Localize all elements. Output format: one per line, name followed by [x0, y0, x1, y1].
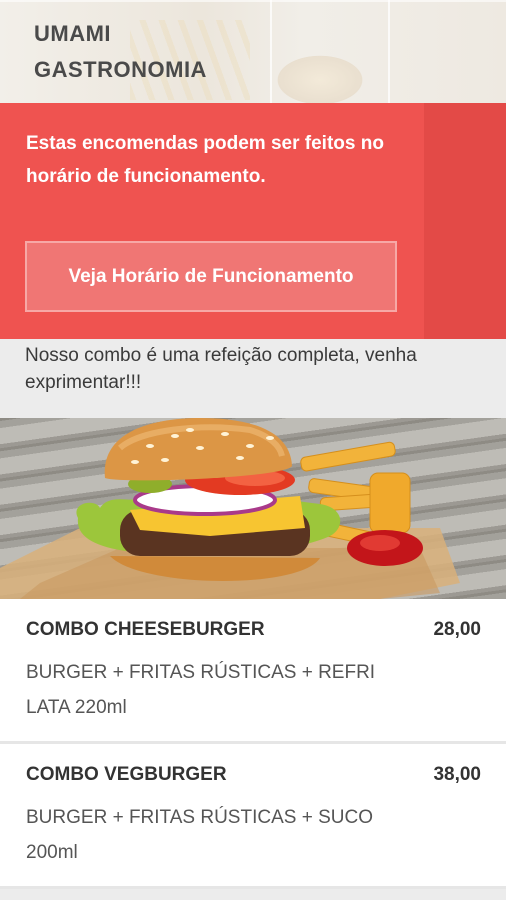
header-divider	[388, 0, 390, 103]
burger-illustration	[0, 418, 460, 599]
brand-line-2: GASTRONOMIA	[34, 57, 207, 82]
header: UMAMI GASTRONOMIA	[0, 0, 506, 103]
brand-line-1: UMAMI	[34, 21, 112, 46]
header-decoration	[0, 0, 506, 2]
product-price: 38,00	[433, 764, 481, 785]
burger-combo-image	[0, 418, 506, 599]
opening-hours-notice: Estas encomendas podem ser feitos no hor…	[0, 103, 506, 339]
product-name: COMBO VEGBURGER	[26, 764, 227, 785]
notice-text: Estas encomendas podem ser feitos no hor…	[26, 133, 384, 187]
divider	[0, 886, 506, 889]
combo-description: Nosso combo é uma refeição completa, ven…	[25, 345, 417, 393]
header-divider	[270, 0, 272, 103]
product-name: COMBO CHEESEBURGER	[26, 619, 265, 640]
product-item-combo-vegburger[interactable]: COMBO VEGBURGER 38,00 BURGER + FRITAS RÚ…	[0, 744, 506, 886]
product-item-combo-cheeseburger[interactable]: COMBO CHEESEBURGER 28,00 BURGER + FRITAS…	[0, 599, 506, 741]
brand-title: UMAMI GASTRONOMIA	[34, 16, 207, 88]
view-opening-hours-button[interactable]: Veja Horário de Funcionamento	[25, 241, 397, 312]
product-price: 28,00	[433, 619, 481, 640]
product-details: BURGER + FRITAS RÚSTICAS + REFRI LATA 22…	[26, 662, 376, 718]
product-details: BURGER + FRITAS RÚSTICAS + SUCO 200ml	[26, 807, 373, 863]
notice-edge	[424, 103, 506, 339]
